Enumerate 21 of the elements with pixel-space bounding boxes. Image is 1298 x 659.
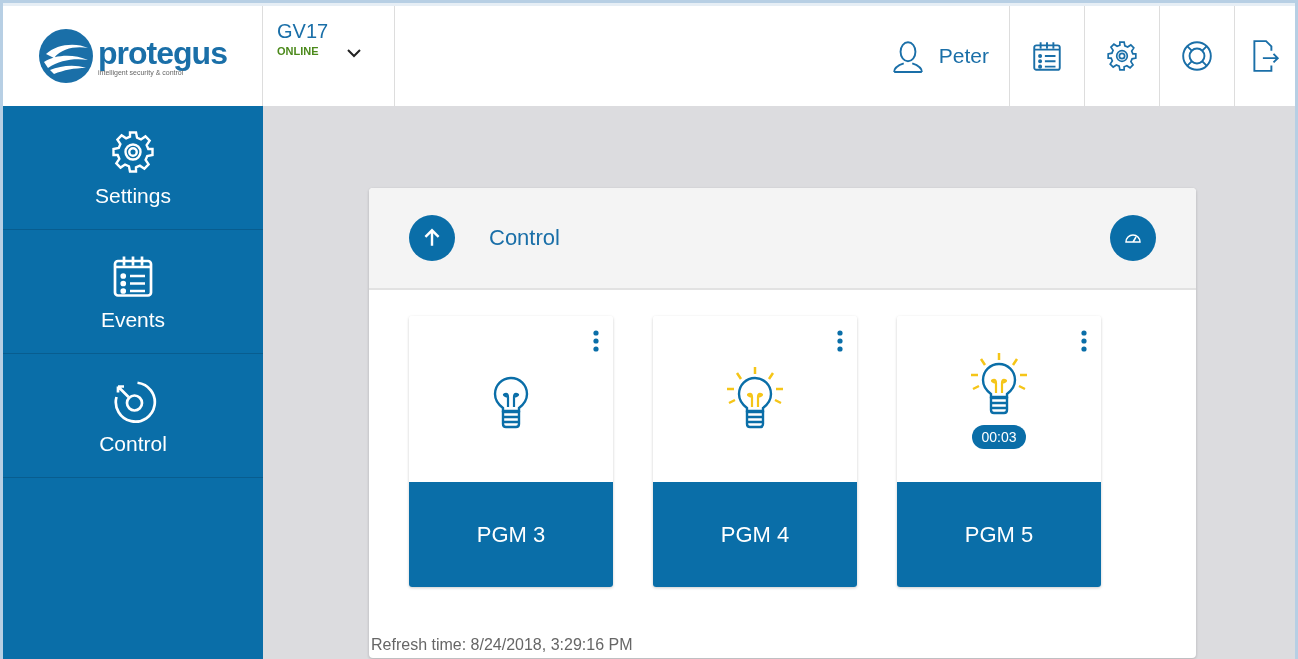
output-button[interactable]: PGM 5 xyxy=(897,482,1101,587)
panel-title: Control xyxy=(489,225,561,251)
settings-icon xyxy=(1105,39,1139,73)
swirl-logo-icon xyxy=(38,28,95,84)
timer-badge: 00:03 xyxy=(972,425,1026,449)
chevron-down-icon xyxy=(346,48,363,58)
refresh-time: Refresh time: 8/24/2018, 3:29:16 PM xyxy=(370,636,634,655)
more-options-button[interactable] xyxy=(1081,330,1087,352)
output-button[interactable]: PGM 3 xyxy=(409,482,613,587)
user-icon xyxy=(890,39,925,73)
vertical-dots-icon xyxy=(837,330,843,352)
vertical-dots-icon xyxy=(1081,330,1087,352)
lifebuoy-icon xyxy=(1180,39,1214,73)
vertical-dots-icon xyxy=(593,330,599,352)
more-options-button[interactable] xyxy=(837,330,843,352)
dashboard-button[interactable] xyxy=(1110,215,1156,261)
more-options-button[interactable] xyxy=(593,330,599,352)
collapse-button[interactable] xyxy=(409,215,455,261)
output-button[interactable]: PGM 4 xyxy=(653,482,857,587)
brand-name: protegus xyxy=(98,36,227,69)
calendar-list-icon xyxy=(1030,39,1064,73)
